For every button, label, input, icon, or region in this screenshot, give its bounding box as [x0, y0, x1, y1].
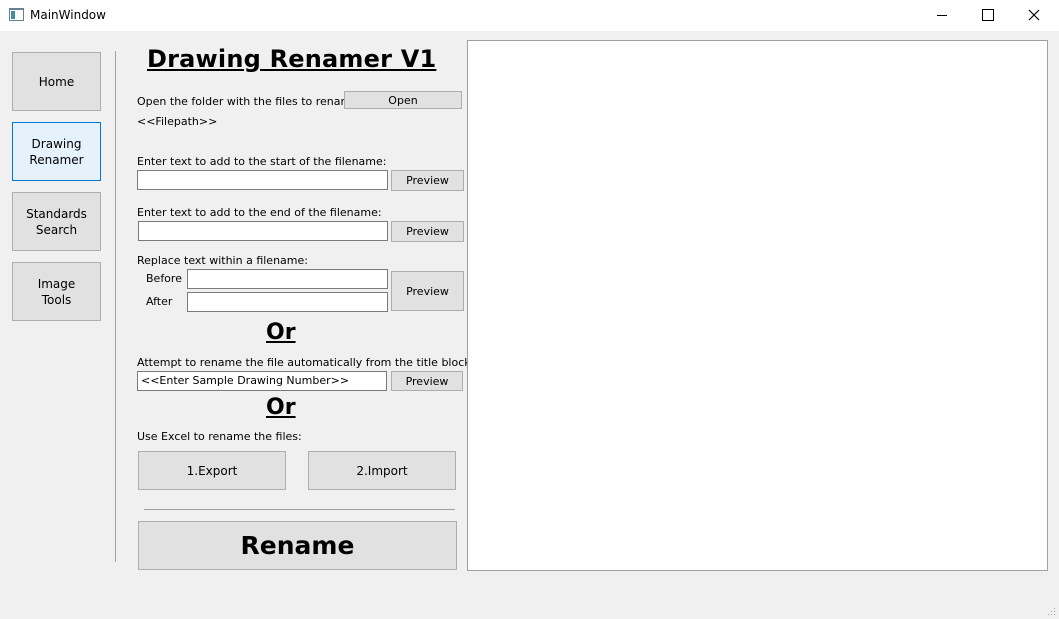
- maximize-icon: [982, 9, 994, 21]
- open-folder-label: Open the folder with the files to rename…: [137, 95, 362, 108]
- sidebar-divider: [115, 51, 116, 562]
- titleblock-preview-button[interactable]: Preview: [391, 371, 463, 391]
- preview-panel: [467, 40, 1048, 571]
- window-title: MainWindow: [30, 8, 106, 22]
- sidebar-item-standards-search[interactable]: Standards Search: [12, 192, 101, 251]
- open-button[interactable]: Open: [344, 91, 462, 109]
- minimize-icon: [937, 14, 947, 16]
- close-icon: [1028, 9, 1040, 21]
- prefix-preview-button[interactable]: Preview: [391, 170, 464, 191]
- sidebar-item-home[interactable]: Home: [12, 52, 101, 111]
- close-button[interactable]: [1011, 0, 1057, 31]
- import-button[interactable]: 2.Import: [308, 451, 456, 490]
- after-input[interactable]: [187, 292, 388, 312]
- replace-preview-button[interactable]: Preview: [391, 271, 464, 311]
- minimize-button[interactable]: [919, 0, 965, 31]
- or-separator: Or: [266, 395, 296, 420]
- titleblock-label: Attempt to rename the file automatically…: [137, 356, 475, 369]
- sidebar-item-image-tools[interactable]: Image Tools: [12, 262, 101, 321]
- replace-label: Replace text within a filename:: [137, 254, 308, 267]
- after-label: After: [146, 295, 173, 308]
- excel-label: Use Excel to rename the files:: [137, 430, 302, 443]
- divider-line: [144, 509, 455, 510]
- before-input[interactable]: [187, 269, 388, 289]
- suffix-input[interactable]: [138, 221, 388, 241]
- or-separator: Or: [266, 320, 296, 345]
- maximize-button[interactable]: [965, 0, 1011, 31]
- before-label: Before: [146, 272, 182, 285]
- sample-drawing-number-input[interactable]: <<Enter Sample Drawing Number>>: [137, 371, 387, 391]
- prefix-input[interactable]: [137, 170, 388, 190]
- resize-grip-icon[interactable]: [1046, 606, 1056, 616]
- suffix-label: Enter text to add to the end of the file…: [137, 206, 382, 219]
- sidebar-item-drawing-renamer[interactable]: Drawing Renamer: [12, 122, 101, 181]
- rename-button[interactable]: Rename: [138, 521, 457, 570]
- app-icon: [9, 8, 24, 21]
- filepath-label: <<Filepath>>: [137, 115, 218, 128]
- page-title: Drawing Renamer V1: [147, 45, 437, 73]
- suffix-preview-button[interactable]: Preview: [391, 221, 464, 242]
- title-bar: [0, 0, 1059, 31]
- prefix-label: Enter text to add to the start of the fi…: [137, 155, 387, 168]
- export-button[interactable]: 1.Export: [138, 451, 286, 490]
